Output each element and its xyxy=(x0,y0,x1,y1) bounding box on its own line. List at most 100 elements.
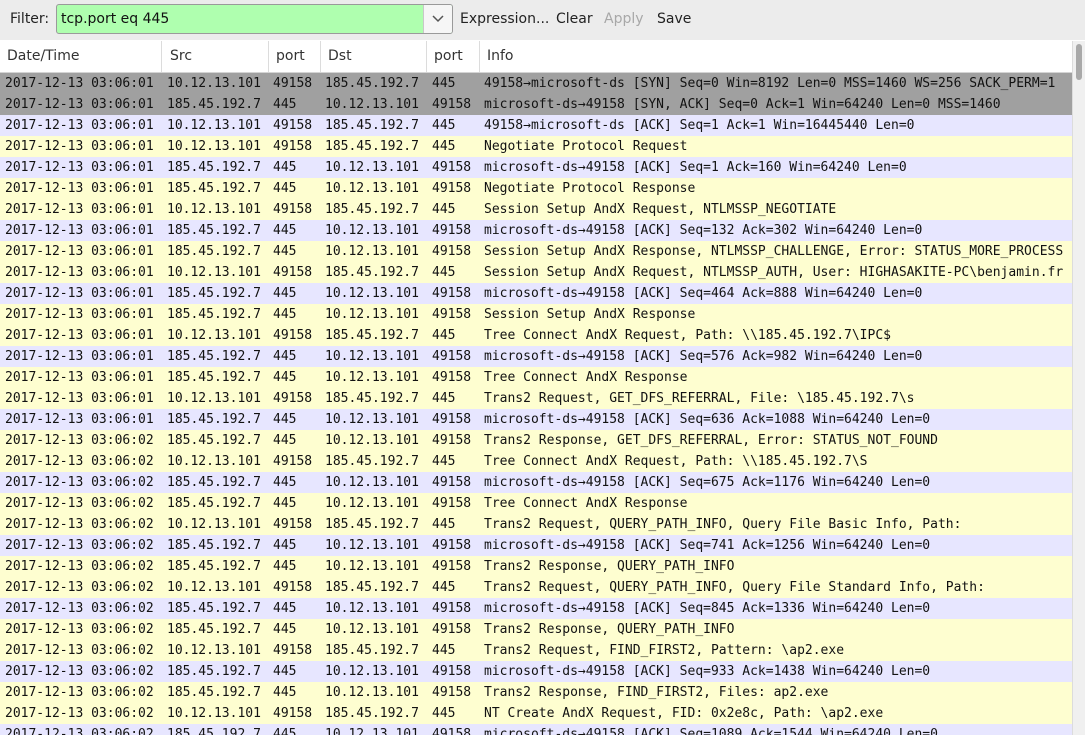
packet-info: Trans2 Response, QUERY_PATH_INFO xyxy=(484,622,735,637)
packet-src-port: 445 xyxy=(273,496,297,511)
packet-row[interactable]: 2017-12-13 03:06:02 10.12.13.101 49158 185.… xyxy=(0,703,1072,724)
packet-time: 2017-12-13 03:06:02 xyxy=(5,643,154,658)
packet-row[interactable]: 2017-12-13 03:06:01 10.12.13.101 49158 185.… xyxy=(0,262,1072,283)
packet-src-port: 445 xyxy=(273,370,297,385)
packet-row[interactable]: 2017-12-13 03:06:02 185.45.192.7 445 10.12.… xyxy=(0,430,1072,451)
packet-info: 49158→microsoft-ds [SYN] Seq=0 Win=8192 … xyxy=(484,76,1056,91)
packet-src-port: 445 xyxy=(273,160,297,175)
packet-dst: 10.12.13.101 xyxy=(325,496,419,511)
packet-row[interactable]: 2017-12-13 03:06:01 10.12.13.101 49158 185.… xyxy=(0,199,1072,220)
packet-time: 2017-12-13 03:06:02 xyxy=(5,559,154,574)
packet-info: microsoft-ds→49158 [ACK] Seq=132 Ack=302… xyxy=(484,223,923,238)
packet-row[interactable]: 2017-12-13 03:06:02 185.45.192.7 445 10.12.… xyxy=(0,472,1072,493)
packet-row[interactable]: 2017-12-13 03:06:01 10.12.13.101 49158 185.… xyxy=(0,388,1072,409)
packet-row[interactable]: 2017-12-13 03:06:01 10.12.13.101 49158 185.… xyxy=(0,115,1072,136)
packet-row[interactable]: 2017-12-13 03:06:02 10.12.13.101 49158 185.… xyxy=(0,514,1072,535)
expression-button[interactable]: Expression... xyxy=(460,11,549,27)
packet-row[interactable]: 2017-12-13 03:06:02 185.45.192.7 445 10.12.… xyxy=(0,619,1072,640)
packet-dst-port: 49158 xyxy=(432,181,472,196)
packet-row[interactable]: 2017-12-13 03:06:02 185.45.192.7 445 10.12.… xyxy=(0,724,1072,735)
packet-info: microsoft-ds→49158 [ACK] Seq=464 Ack=888… xyxy=(484,286,923,301)
packet-info: Trans2 Request, GET_DFS_REFERRAL, File: … xyxy=(484,391,915,406)
packet-row[interactable]: 2017-12-13 03:06:01 185.45.192.7 445 10.12.… xyxy=(0,220,1072,241)
packet-row[interactable]: 2017-12-13 03:06:02 185.45.192.7 445 10.12.… xyxy=(0,535,1072,556)
packet-row[interactable]: 2017-12-13 03:06:01 185.45.192.7 445 10.12.… xyxy=(0,94,1072,115)
packet-row[interactable]: 2017-12-13 03:06:01 185.45.192.7 445 10.12.… xyxy=(0,283,1072,304)
packet-time: 2017-12-13 03:06:02 xyxy=(5,517,154,532)
packet-dst-port: 445 xyxy=(432,580,456,595)
packet-src-port: 49158 xyxy=(273,517,313,532)
column-header-dst[interactable]: Dst xyxy=(321,41,427,72)
filter-history-dropdown[interactable] xyxy=(423,5,452,33)
packet-src-port: 445 xyxy=(273,601,297,616)
packet-dst: 185.45.192.7 xyxy=(325,580,419,595)
packet-dst: 185.45.192.7 xyxy=(325,391,419,406)
packet-time: 2017-12-13 03:06:01 xyxy=(5,265,154,280)
packet-dst: 10.12.13.101 xyxy=(325,370,419,385)
packet-row[interactable]: 2017-12-13 03:06:02 185.45.192.7 445 10.12.… xyxy=(0,493,1072,514)
column-header-src[interactable]: Src xyxy=(163,41,269,72)
packet-info: microsoft-ds→49158 [ACK] Seq=576 Ack=982… xyxy=(484,349,923,364)
packet-row[interactable]: 2017-12-13 03:06:01 185.45.192.7 445 10.12.… xyxy=(0,178,1072,199)
packet-info: microsoft-ds→49158 [ACK] Seq=845 Ack=133… xyxy=(484,601,931,616)
packet-dst-port: 49158 xyxy=(432,601,472,616)
packet-row[interactable]: 2017-12-13 03:06:02 10.12.13.101 49158 185.… xyxy=(0,577,1072,598)
packet-row[interactable]: 2017-12-13 03:06:02 10.12.13.101 49158 185.… xyxy=(0,640,1072,661)
packet-src: 10.12.13.101 xyxy=(167,139,261,154)
packet-row[interactable]: 2017-12-13 03:06:01 185.45.192.7 445 10.12.… xyxy=(0,409,1072,430)
packet-row[interactable]: 2017-12-13 03:06:02 185.45.192.7 445 10.12.… xyxy=(0,598,1072,619)
packet-dst-port: 49158 xyxy=(432,685,472,700)
packet-info: microsoft-ds→49158 [ACK] Seq=675 Ack=117… xyxy=(484,475,931,490)
packet-src: 185.45.192.7 xyxy=(167,475,261,490)
column-header-dst-port[interactable]: port xyxy=(427,41,480,72)
packet-row[interactable]: 2017-12-13 03:06:01 185.45.192.7 445 10.12.… xyxy=(0,304,1072,325)
column-header-datetime[interactable]: Date/Time xyxy=(0,41,162,72)
packet-dst: 10.12.13.101 xyxy=(325,559,419,574)
packet-src-port: 445 xyxy=(273,727,297,735)
packet-dst-port: 49158 xyxy=(432,97,472,112)
packet-dst-port: 445 xyxy=(432,328,456,343)
packet-time: 2017-12-13 03:06:02 xyxy=(5,454,154,469)
packet-row[interactable]: 2017-12-13 03:06:02 185.45.192.7 445 10.12.… xyxy=(0,556,1072,577)
save-filter-button[interactable]: Save xyxy=(657,11,691,27)
packet-time: 2017-12-13 03:06:02 xyxy=(5,706,154,721)
packet-info: Tree Connect AndX Request, Path: \\185.4… xyxy=(484,454,868,469)
packet-dst: 10.12.13.101 xyxy=(325,538,419,553)
packet-row[interactable]: 2017-12-13 03:06:02 10.12.13.101 49158 185.… xyxy=(0,451,1072,472)
packet-src-port: 445 xyxy=(273,475,297,490)
packet-row[interactable]: 2017-12-13 03:06:01 185.45.192.7 445 10.12.… xyxy=(0,241,1072,262)
packet-time: 2017-12-13 03:06:01 xyxy=(5,223,154,238)
column-header-info[interactable]: Info xyxy=(480,41,1072,72)
packet-row[interactable]: 2017-12-13 03:06:01 10.12.13.101 49158 185.… xyxy=(0,73,1072,94)
packet-dst: 185.45.192.7 xyxy=(325,643,419,658)
packet-row[interactable]: 2017-12-13 03:06:01 10.12.13.101 49158 185.… xyxy=(0,325,1072,346)
packet-src-port: 49158 xyxy=(273,139,313,154)
packet-src: 10.12.13.101 xyxy=(167,706,261,721)
scrollbar-thumb[interactable] xyxy=(1076,44,1082,80)
packet-dst-port: 49158 xyxy=(432,286,472,301)
packet-src: 185.45.192.7 xyxy=(167,244,261,259)
packet-row[interactable]: 2017-12-13 03:06:01 185.45.192.7 445 10.12.… xyxy=(0,157,1072,178)
packet-dst-port: 445 xyxy=(432,202,456,217)
packet-row[interactable]: 2017-12-13 03:06:01 185.45.192.7 445 10.12.… xyxy=(0,367,1072,388)
packet-row[interactable]: 2017-12-13 03:06:02 185.45.192.7 445 10.12.… xyxy=(0,661,1072,682)
packet-dst-port: 49158 xyxy=(432,496,472,511)
packet-dst: 185.45.192.7 xyxy=(325,454,419,469)
packet-dst-port: 49158 xyxy=(432,244,472,259)
column-header-src-port[interactable]: port xyxy=(269,41,321,72)
display-filter-input[interactable] xyxy=(57,5,425,33)
packet-info: Negotiate Protocol Response xyxy=(484,181,696,196)
packet-row[interactable]: 2017-12-13 03:06:02 185.45.192.7 445 10.12.… xyxy=(0,682,1072,703)
packet-src-port: 445 xyxy=(273,181,297,196)
clear-button[interactable]: Clear xyxy=(556,11,593,27)
packet-row[interactable]: 2017-12-13 03:06:01 185.45.192.7 445 10.12.… xyxy=(0,346,1072,367)
packet-dst: 10.12.13.101 xyxy=(325,412,419,427)
packet-time: 2017-12-13 03:06:01 xyxy=(5,307,154,322)
vertical-scrollbar[interactable] xyxy=(1072,41,1085,735)
filter-label: Filter: xyxy=(10,11,50,27)
apply-button[interactable]: Apply xyxy=(604,11,644,27)
packet-dst-port: 49158 xyxy=(432,727,472,735)
packet-src-port: 445 xyxy=(273,244,297,259)
packet-info: Session Setup AndX Request, NTLMSSP_AUTH… xyxy=(484,265,1064,280)
packet-row[interactable]: 2017-12-13 03:06:01 10.12.13.101 49158 185.… xyxy=(0,136,1072,157)
